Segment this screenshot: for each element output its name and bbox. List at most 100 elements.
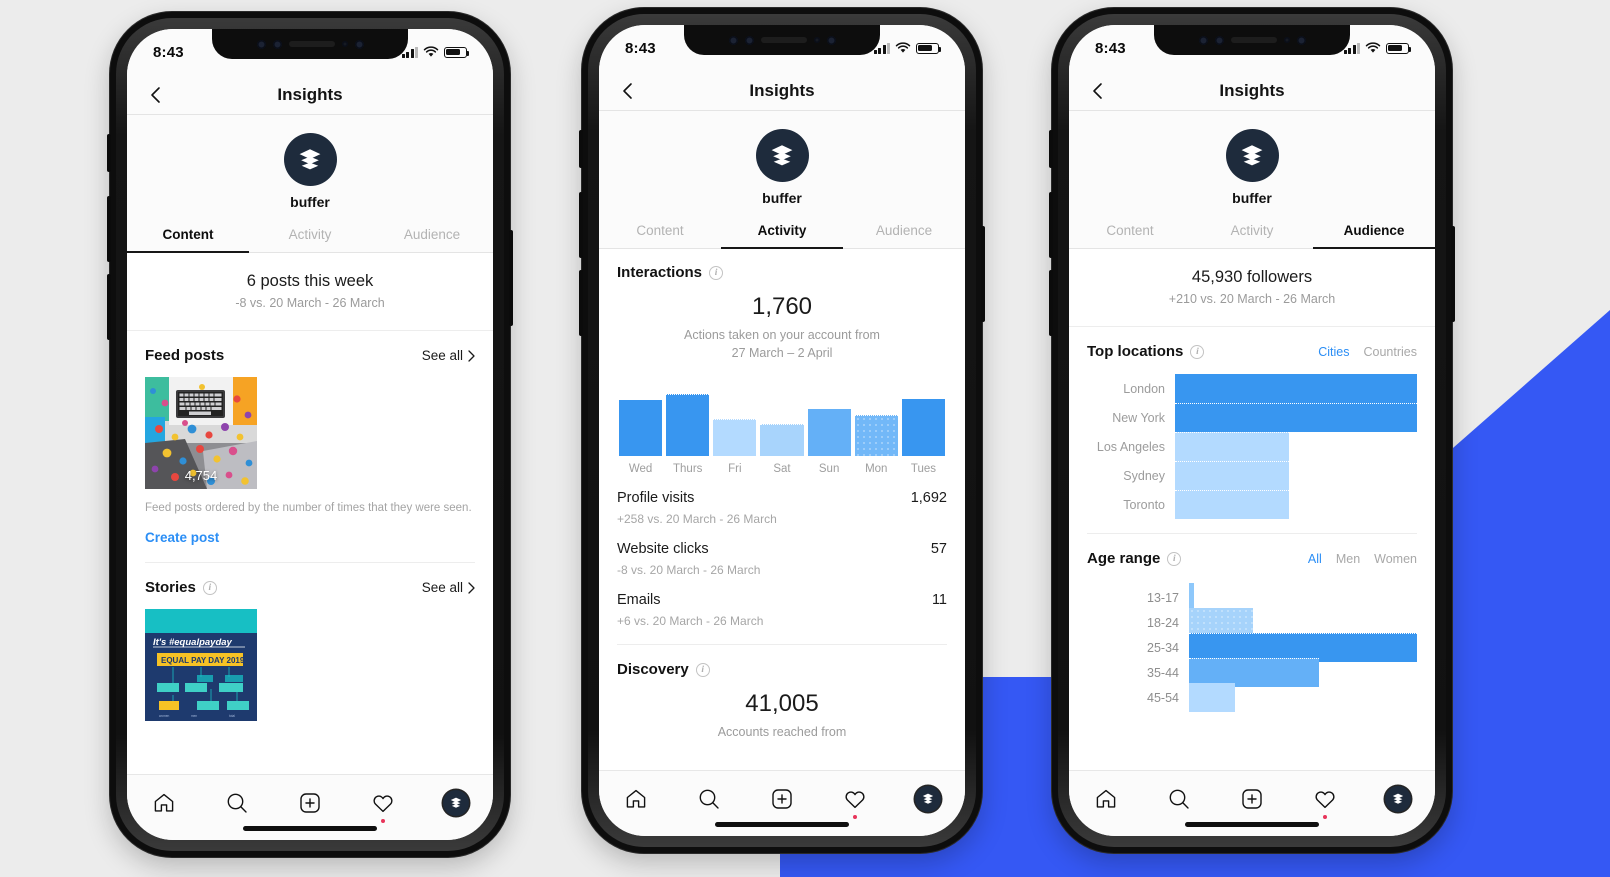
volume-down-button[interactable] [1049, 270, 1053, 336]
interactions-desc-line2: 27 March – 2 April [731, 346, 833, 361]
create-post-link[interactable]: Create post [145, 530, 475, 545]
bar-wed[interactable] [619, 400, 663, 457]
summary-comparison: -8 vs. 20 March - 26 March [235, 296, 385, 310]
back-button[interactable] [617, 80, 639, 102]
toggle-men[interactable]: Men [1336, 552, 1360, 566]
activity-tab-panel: Interactions i 1,760 Actions taken on yo… [599, 249, 965, 743]
stat-delta: +6 vs. 20 March - 26 March [617, 614, 764, 629]
tabbar-search[interactable] [222, 788, 252, 818]
location-row-toronto[interactable]: Toronto [1087, 490, 1417, 519]
volume-down-button[interactable] [579, 270, 583, 336]
bar-sun[interactable] [807, 409, 851, 457]
plus-square-icon [300, 793, 320, 813]
tab-content[interactable]: Content [1069, 216, 1191, 249]
location-row-sydney[interactable]: Sydney [1087, 461, 1417, 490]
age-range-section: Age range i All Men Women 13-17 18-24 25… [1069, 534, 1435, 712]
mute-switch[interactable] [1049, 130, 1053, 168]
age-row-35-44[interactable]: 35-44 [1087, 658, 1417, 687]
tabbar-home[interactable] [149, 788, 179, 818]
see-all-label: See all [421, 580, 463, 596]
top-locations-section: Top locations i Cities Countries London … [1069, 327, 1435, 534]
tabbar-profile[interactable] [441, 788, 471, 818]
avatar[interactable] [283, 133, 337, 186]
tabbar-activity[interactable] [368, 788, 398, 823]
tabbar-activity[interactable] [1310, 784, 1340, 819]
mute-switch[interactable] [579, 130, 583, 168]
heart-icon [845, 791, 865, 809]
feed-post-thumbnail[interactable]: 4,754 [145, 377, 257, 489]
locations-toggle: Cities Countries [1318, 345, 1417, 359]
notification-dot [381, 819, 386, 823]
home-indicator [1185, 822, 1319, 827]
page-title: Insights [1219, 80, 1285, 100]
chevron-left-icon [1093, 82, 1102, 99]
stat-row-profile-visits[interactable]: Profile visits 1,692 +258 vs. 20 March -… [617, 475, 947, 526]
back-button[interactable] [145, 84, 167, 106]
face-id-dot-icon [272, 39, 282, 49]
tabbar-profile[interactable] [913, 784, 943, 814]
tab-activity[interactable]: Activity [721, 216, 843, 249]
bar-fri[interactable] [713, 418, 757, 457]
wifi-icon [1365, 42, 1381, 53]
stat-row-website-clicks[interactable]: Website clicks 57 -8 vs. 20 March - 26 M… [617, 526, 947, 577]
stories-see-all[interactable]: See all [422, 580, 475, 595]
volume-up-button[interactable] [579, 192, 583, 258]
tab-content[interactable]: Content [599, 216, 721, 249]
location-row-los-angeles[interactable]: Los Angeles [1087, 432, 1417, 461]
location-row-new-york[interactable]: New York [1087, 403, 1417, 432]
face-id-dot-icon [1214, 35, 1224, 45]
toggle-all[interactable]: All [1308, 552, 1322, 566]
info-icon[interactable]: i [202, 580, 217, 595]
story-thumbnail[interactable]: It's #equalpayday EQUAL PAY DAY 2019 wom… [145, 609, 257, 722]
tab-activity[interactable]: Activity [1191, 216, 1313, 249]
avatar[interactable] [1225, 129, 1279, 182]
location-row-london[interactable]: London [1087, 374, 1417, 403]
avatar[interactable] [755, 129, 809, 182]
bar-mon[interactable] [854, 414, 898, 457]
tabbar-activity[interactable] [840, 784, 870, 819]
age-row-25-34[interactable]: 25-34 [1087, 633, 1417, 662]
stat-row-emails[interactable]: Emails 11 +6 vs. 20 March - 26 March [617, 577, 947, 628]
toggle-cities[interactable]: Cities [1318, 345, 1349, 359]
toggle-women[interactable]: Women [1374, 552, 1417, 566]
axis-label-tues: Tues [910, 463, 936, 476]
tabbar-search[interactable] [694, 784, 724, 814]
tabbar-create[interactable] [295, 788, 325, 818]
toggle-countries[interactable]: Countries [1364, 345, 1418, 359]
tab-activity[interactable]: Activity [249, 220, 371, 253]
feed-posts-see-all[interactable]: See all [422, 348, 475, 363]
tabbar-home[interactable] [1091, 784, 1121, 814]
tabbar-home[interactable] [621, 784, 651, 814]
info-icon[interactable]: i [709, 265, 724, 280]
info-icon[interactable]: i [1190, 344, 1205, 359]
power-button[interactable] [509, 230, 513, 326]
phone-notch [212, 29, 408, 59]
volume-up-button[interactable] [107, 196, 111, 262]
bar-thurs[interactable] [666, 394, 710, 457]
info-icon[interactable]: i [1167, 551, 1182, 566]
tabbar-search[interactable] [1164, 784, 1194, 814]
power-button[interactable] [1451, 226, 1455, 322]
tab-content[interactable]: Content [127, 220, 249, 253]
tab-audience[interactable]: Audience [371, 220, 493, 253]
volume-up-button[interactable] [1049, 192, 1053, 258]
location-label: Sydney [1123, 468, 1165, 483]
home-indicator [243, 826, 377, 831]
age-label: 13-17 [1147, 590, 1179, 605]
power-button[interactable] [981, 226, 985, 322]
age-row-18-24[interactable]: 18-24 [1087, 608, 1417, 637]
info-icon[interactable]: i [695, 662, 710, 677]
age-row-45-54[interactable]: 45-54 [1087, 683, 1417, 712]
volume-down-button[interactable] [107, 274, 111, 340]
bar-sat[interactable] [760, 423, 804, 457]
tab-audience[interactable]: Audience [843, 216, 965, 249]
tab-audience[interactable]: Audience [1313, 216, 1435, 249]
mute-switch[interactable] [107, 134, 111, 172]
back-button[interactable] [1087, 80, 1109, 102]
tabbar-profile[interactable] [1383, 784, 1413, 814]
tabbar-create[interactable] [767, 784, 797, 814]
bar-tues[interactable] [901, 398, 945, 457]
tabbar-create[interactable] [1237, 784, 1267, 814]
plus-square-icon [1242, 789, 1262, 809]
age-row-13-17[interactable]: 13-17 [1087, 583, 1417, 612]
